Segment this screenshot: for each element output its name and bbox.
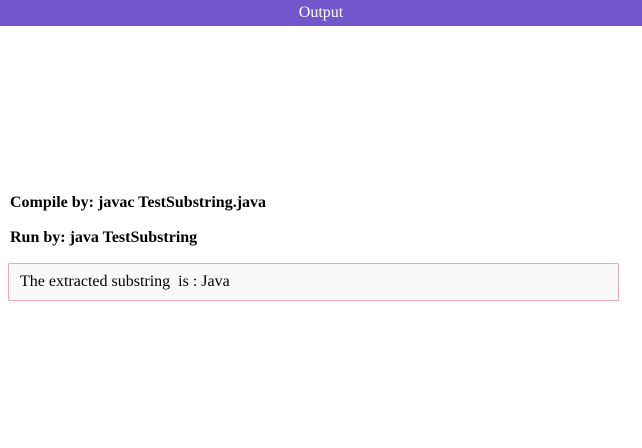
output-header: Output [0, 0, 642, 26]
output-page: Output Compile by: javac TestSubstring.j… [0, 0, 642, 448]
program-output-box: The extracted substring is : Java [8, 263, 619, 301]
compile-instruction: Compile by: javac TestSubstring.java [10, 194, 267, 211]
output-title: Output [298, 4, 344, 21]
run-instruction: Run by: java TestSubstring [10, 229, 198, 246]
program-output-text: The extracted substring is : Java [20, 273, 230, 290]
